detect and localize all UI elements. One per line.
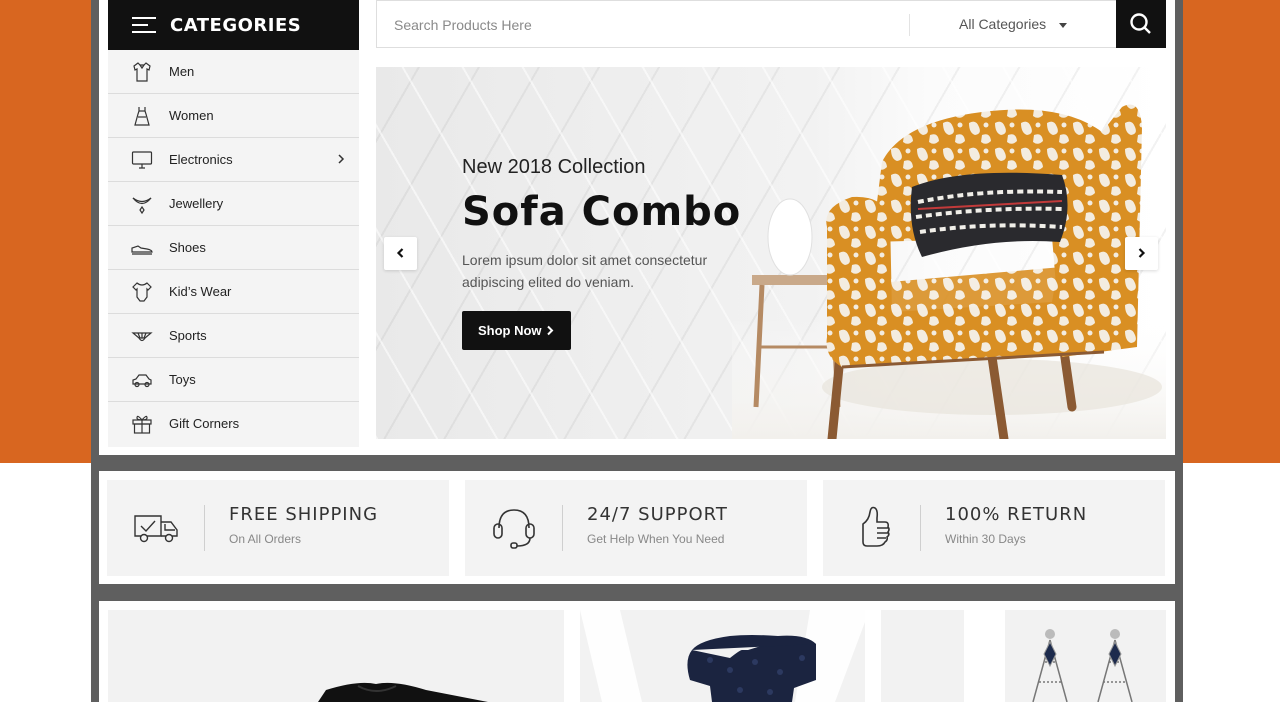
slide-subtitle: New 2018 Collection (462, 156, 646, 178)
search-input[interactable] (378, 2, 916, 48)
shop-now-label: Shop Now (478, 323, 542, 338)
tshirt-image (318, 682, 488, 702)
toy-car-icon (132, 374, 152, 388)
category-item-shoes[interactable]: Shoes (108, 226, 359, 270)
search-icon (1130, 13, 1151, 34)
category-label: Gift Corners (169, 416, 240, 431)
feature-title: FREE SHIPPING (229, 504, 379, 525)
chevron-left-icon (396, 248, 404, 258)
caret-down-icon (1059, 23, 1067, 28)
category-select[interactable]: All Categories (959, 16, 1046, 32)
feature-divider (204, 505, 205, 551)
slide-description: Lorem ipsum dolor sit amet consectetur a… (462, 252, 708, 290)
headset-icon (493, 509, 535, 549)
feature-title: 100% RETURN (945, 504, 1088, 525)
product-banner-dress[interactable] (580, 610, 865, 702)
category-list: Men Women Electronics Jewellery Shoes Ki… (108, 50, 359, 447)
search-button[interactable] (1116, 0, 1166, 48)
category-label: Jewellery (169, 196, 224, 211)
category-item-gift-corners[interactable]: Gift Corners (108, 402, 359, 446)
category-item-jewellery[interactable]: Jewellery (108, 182, 359, 226)
feature-subtitle: Within 30 Days (945, 532, 1026, 546)
feature-subtitle: On All Orders (229, 532, 302, 546)
monitor-icon (131, 151, 153, 169)
search-bar: All Categories (376, 0, 1166, 48)
category-item-toys[interactable]: Toys (108, 358, 359, 402)
chevron-right-icon (338, 154, 345, 164)
feature-divider (920, 505, 921, 551)
category-item-women[interactable]: Women (108, 94, 359, 138)
feature-title: 24/7 SUPPORT (587, 504, 728, 525)
necklace-icon (132, 197, 152, 215)
feature-support: 24/7 SUPPORT Get Help When You Need (465, 480, 807, 576)
armchair-image (732, 104, 1166, 439)
thumbs-up-icon (862, 506, 890, 547)
hero-slider: New 2018 Collection Sofa Combo Lorem ips… (376, 67, 1166, 439)
product-banner-tshirt[interactable] (108, 610, 564, 702)
delivery-truck-icon (134, 515, 178, 543)
dress-image (580, 610, 865, 702)
category-label: Electronics (169, 152, 233, 167)
slider-next-button[interactable] (1125, 237, 1158, 270)
shirt-icon (133, 62, 151, 82)
category-item-kids-wear[interactable]: Kid’s Wear (108, 270, 359, 314)
feature-return: 100% RETURN Within 30 Days (823, 480, 1165, 576)
slide-title: Sofa Combo (462, 189, 742, 235)
categories-header[interactable]: CATEGORIES (108, 0, 359, 50)
shop-now-button[interactable]: Shop Now (462, 311, 571, 350)
chevron-right-icon (547, 325, 554, 336)
search-divider (909, 14, 910, 36)
slider-prev-button[interactable] (384, 237, 417, 270)
category-label: Shoes (169, 240, 206, 255)
category-label: Toys (169, 372, 196, 387)
category-label: Women (169, 108, 214, 123)
earrings-image (1032, 629, 1133, 702)
dress-icon (134, 107, 150, 126)
category-label: Kid’s Wear (169, 284, 232, 299)
category-item-men[interactable]: Men (108, 50, 359, 94)
category-item-electronics[interactable]: Electronics (108, 138, 359, 182)
category-label: Sports (169, 328, 207, 343)
category-label: Men (169, 64, 195, 79)
gift-icon (132, 415, 152, 434)
chevron-right-icon (1138, 248, 1146, 258)
categories-title: CATEGORIES (170, 15, 302, 36)
shoe-icon (131, 245, 153, 255)
baby-onesie-icon (132, 282, 152, 302)
feature-divider (562, 505, 563, 551)
category-item-sports[interactable]: Sports (108, 314, 359, 358)
shuttlecock-icon (131, 332, 153, 342)
feature-subtitle: Get Help When You Need (587, 532, 725, 546)
feature-free-shipping: FREE SHIPPING On All Orders (107, 480, 449, 576)
product-banner-blank[interactable] (881, 610, 964, 702)
product-banner-earrings[interactable] (1005, 610, 1166, 702)
menu-icon (132, 17, 156, 33)
